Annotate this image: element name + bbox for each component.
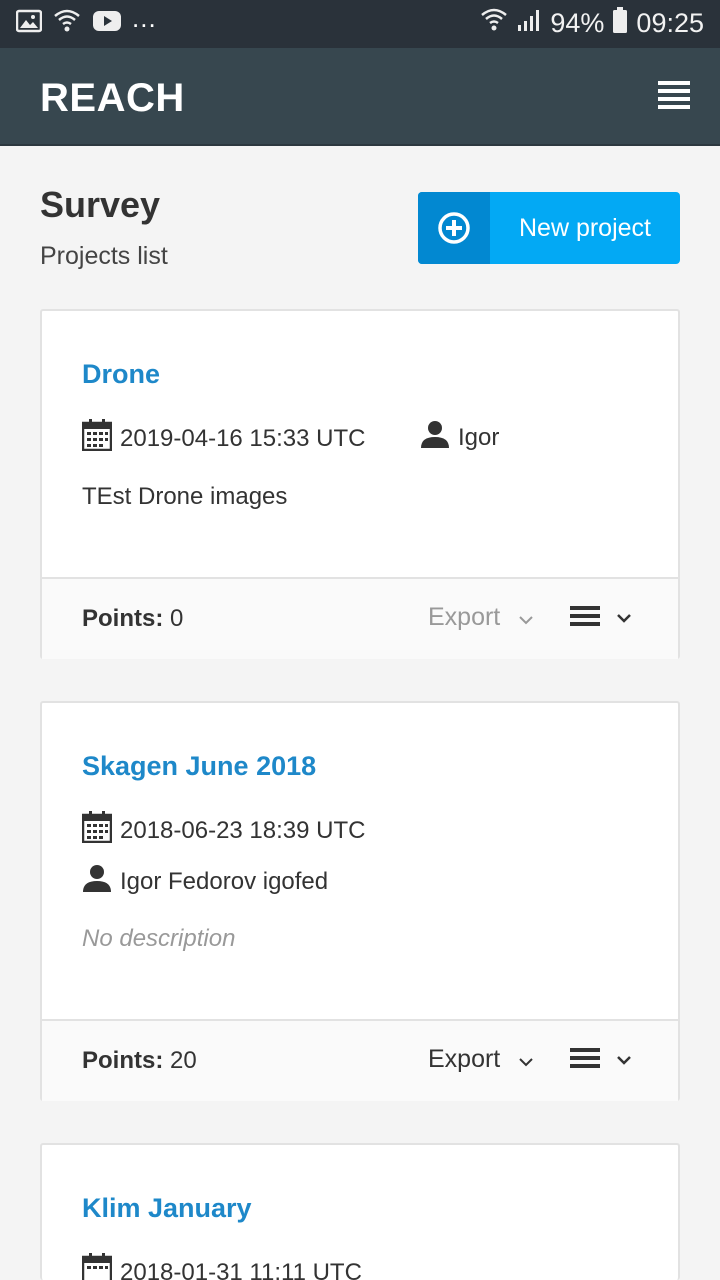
wifi-question-icon [52, 8, 82, 39]
chevron-down-icon [616, 1052, 632, 1070]
project-description: No description [82, 925, 236, 952]
project-owner-text: Igor [458, 423, 500, 451]
hamburger-menu-icon[interactable] [658, 81, 690, 111]
project-date: 2019-04-16 15:33 UTC [81, 419, 366, 458]
export-label: Export [428, 603, 501, 631]
list-icon [570, 605, 600, 632]
project-title[interactable]: Klim January [82, 1193, 252, 1224]
signal-icon [516, 7, 542, 40]
calendar-icon [81, 419, 113, 458]
user-icon [82, 863, 112, 900]
project-owner: Igor Fedorov igofed [82, 863, 328, 900]
status-overflow: ... [132, 3, 157, 33]
calendar-icon [81, 1253, 113, 1280]
clock: 09:25 [636, 8, 704, 38]
points-value: 0 [170, 605, 184, 632]
user-icon [420, 419, 450, 456]
chevron-down-icon [518, 603, 534, 632]
project-card-footer: Points: 20 Export [42, 1019, 678, 1101]
project-owner: Igor [420, 419, 499, 456]
project-date-text: 2018-01-31 11:11 UTC [120, 1258, 362, 1280]
project-date-text: 2019-04-16 15:33 UTC [120, 424, 366, 452]
image-icon [15, 9, 43, 38]
list-icon [570, 1047, 600, 1074]
app-bar: REACH [0, 48, 720, 146]
chevron-down-icon [518, 1045, 534, 1074]
points-label: Points: [82, 1047, 164, 1074]
project-date-text: 2018-06-23 18:39 UTC [120, 816, 366, 844]
project-points: Points: 0 [82, 605, 183, 633]
page-title: Survey [40, 184, 161, 225]
brand-logo[interactable]: REACH [40, 76, 185, 121]
points-value: 20 [170, 1047, 197, 1074]
new-project-label: New project [519, 213, 651, 242]
plus-circle-icon [418, 192, 490, 264]
new-project-button[interactable]: New project [418, 192, 680, 264]
project-card-footer: Points: 0 Export [42, 577, 678, 659]
status-bar-right: 94% 09:25 [480, 6, 704, 41]
project-date: 2018-06-23 18:39 UTC [81, 811, 366, 850]
export-dropdown[interactable]: Export [428, 603, 534, 632]
chevron-down-icon [616, 610, 632, 628]
project-actions-menu[interactable] [570, 605, 632, 632]
export-dropdown[interactable]: Export [428, 1045, 534, 1074]
youtube-icon [92, 9, 122, 38]
status-bar: ... 94% 09:25 [0, 0, 720, 48]
export-label: Export [428, 1045, 501, 1073]
project-date: 2018-01-31 11:11 UTC [81, 1253, 362, 1280]
wifi-icon [480, 7, 508, 40]
project-description: TEst Drone images [82, 483, 288, 510]
project-title[interactable]: Drone [82, 359, 160, 390]
project-owner-text: Igor Fedorov igofed [120, 867, 329, 895]
battery-percent: 94% [550, 8, 605, 38]
project-card: Klim January 2018-01-31 11:11 UTC [40, 1143, 680, 1280]
project-actions-menu[interactable] [570, 1047, 632, 1074]
calendar-icon [81, 811, 113, 850]
battery-icon [612, 6, 628, 41]
status-bar-left: ... [15, 3, 157, 39]
project-card: Drone 2019-04-16 15:33 UTC Igor TEst Dro… [40, 309, 680, 659]
project-title[interactable]: Skagen June 2018 [82, 751, 316, 782]
project-card: Skagen June 2018 2018-06-23 18:39 UTC Ig… [40, 701, 680, 1101]
points-label: Points: [82, 605, 164, 632]
project-points: Points: 20 [82, 1047, 197, 1075]
page-subtitle: Projects list [40, 242, 168, 270]
